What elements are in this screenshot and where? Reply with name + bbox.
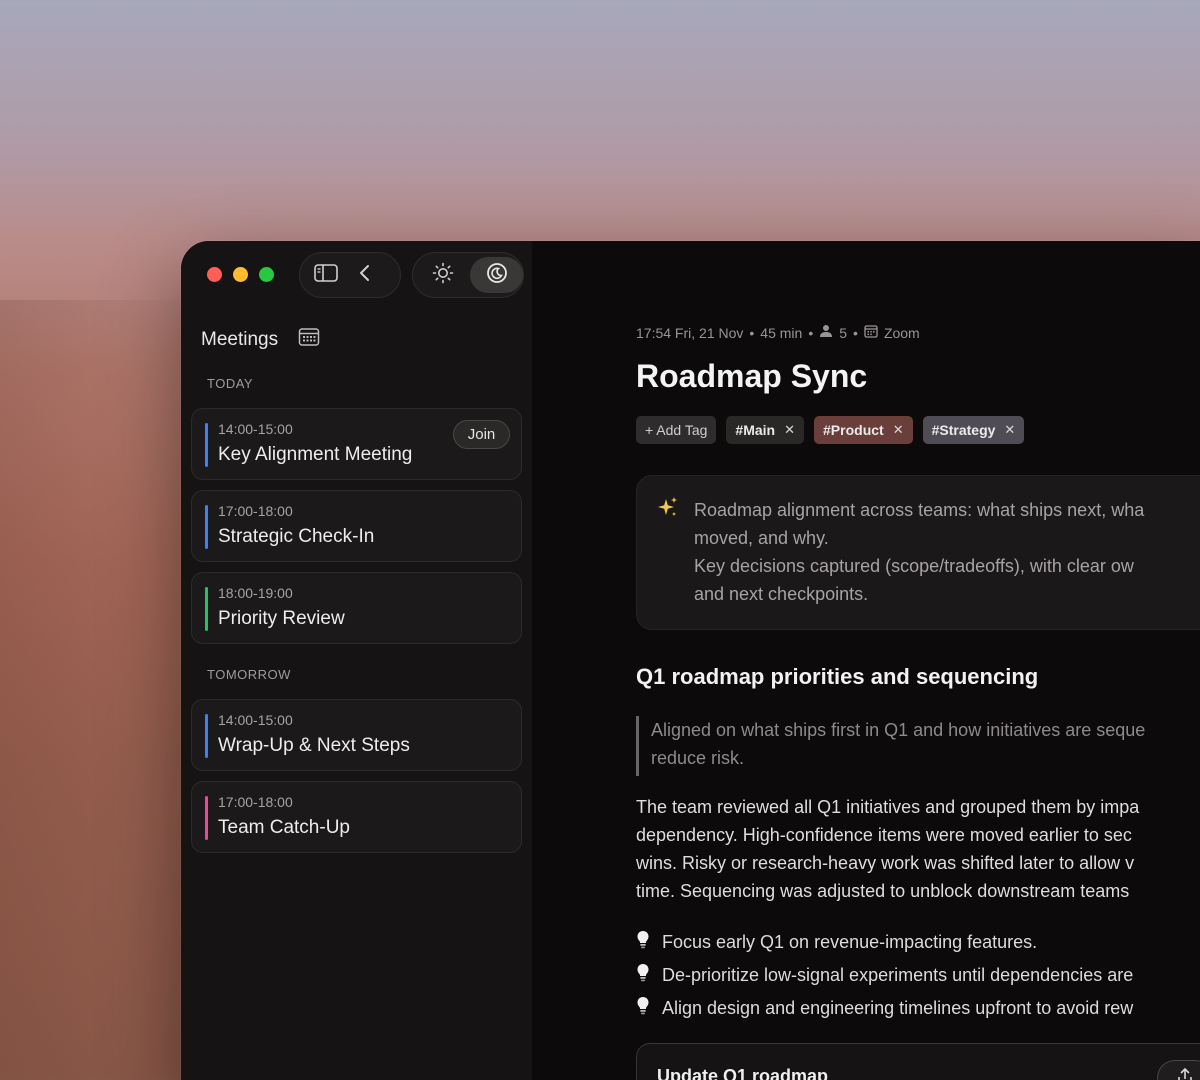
- meeting-platform: Zoom: [883, 324, 920, 341]
- meeting-meta: 17:54 Fri, 21 Nov • 45 min • 5 • Zoom: [636, 324, 920, 341]
- calendar-icon[interactable]: [298, 327, 320, 353]
- tag-chip: #Product ✕: [814, 416, 913, 444]
- add-tag-button[interactable]: + Add Tag: [636, 416, 717, 444]
- lightbulb-icon: [636, 930, 650, 955]
- list-item: Focus early Q1 on revenue-impacting feat…: [636, 926, 1133, 959]
- meeting-card[interactable]: 18:00-19:00 Priority Review: [191, 572, 522, 644]
- lightbulb-icon: [636, 996, 650, 1021]
- meeting-color-bar: [205, 505, 208, 549]
- close-window-button[interactable]: [207, 267, 222, 282]
- sidebar-toggle-icon[interactable]: [314, 263, 338, 288]
- paragraph-line: time. Sequencing was adjusted to unblock…: [636, 881, 1130, 901]
- quote-line: reduce risk.: [651, 748, 745, 768]
- sidebar: Meetings TODAY 14:00-15:00 Key Alignment…: [181, 241, 532, 1080]
- meeting-title: Priority Review: [218, 608, 345, 629]
- meeting-color-bar: [205, 714, 208, 758]
- bullet-text: Focus early Q1 on revenue-impacting feat…: [662, 932, 1038, 952]
- meeting-color-bar: [205, 796, 208, 840]
- meeting-card[interactable]: 14:00-15:00 Key Alignment Meeting Join: [191, 408, 522, 480]
- tag-label: #Main: [735, 422, 776, 438]
- meetings-header: Meetings: [201, 327, 320, 353]
- person-icon: [819, 324, 833, 341]
- bullet-text: Align design and engineering timelines u…: [662, 998, 1134, 1018]
- meeting-time: 14:00-15:00: [218, 712, 293, 728]
- minimize-window-button[interactable]: [233, 267, 248, 282]
- summary-text: Roadmap alignment across teams: what shi…: [694, 496, 1144, 608]
- light-mode-button[interactable]: [419, 257, 466, 293]
- app-window: Meetings TODAY 14:00-15:00 Key Alignment…: [181, 241, 1200, 1080]
- summary-line: Key decisions captured (scope/tradeoffs)…: [694, 556, 1134, 576]
- meta-separator: •: [853, 324, 858, 341]
- summary-line: Roadmap alignment across teams: what shi…: [694, 500, 1145, 520]
- paragraph-line: The team reviewed all Q1 initiatives and…: [636, 797, 1140, 817]
- maximize-window-button[interactable]: [259, 267, 274, 282]
- background-shading: [0, 300, 200, 1080]
- meeting-title: Team Catch-Up: [218, 817, 350, 838]
- ai-summary-card: Roadmap alignment across teams: what shi…: [636, 475, 1200, 630]
- main-content: 17:54 Fri, 21 Nov • 45 min • 5 • Zoom Ro…: [532, 241, 1200, 1080]
- tag-label: #Strategy: [931, 422, 996, 438]
- today-label: TODAY: [207, 376, 254, 391]
- upload-icon: [1177, 1067, 1193, 1080]
- meeting-time: 17:00-18:00: [218, 503, 293, 519]
- nav-controls: [299, 252, 401, 298]
- meeting-duration: 45 min: [760, 324, 803, 341]
- section-quote: Aligned on what ships first in Q1 and ho…: [636, 716, 1200, 776]
- sun-icon: [432, 262, 454, 289]
- action-item-card[interactable]: Update Q1 roadmap: [636, 1043, 1200, 1080]
- meeting-time: 17:00-18:00: [218, 794, 293, 810]
- meeting-card[interactable]: 17:00-18:00 Strategic Check-In: [191, 490, 522, 562]
- meeting-title: Wrap-Up & Next Steps: [218, 735, 410, 756]
- bullet-list: Focus early Q1 on revenue-impacting feat…: [636, 926, 1133, 1025]
- chevron-left-icon[interactable]: [358, 263, 372, 288]
- calendar-small-icon: [864, 324, 878, 341]
- tag-chip: #Strategy ✕: [922, 416, 1025, 444]
- attendee-count: 5: [839, 324, 848, 341]
- page-title: Roadmap Sync: [636, 358, 868, 394]
- tag-chip: #Main ✕: [726, 416, 805, 444]
- join-button[interactable]: Join: [453, 420, 510, 449]
- summary-line: moved, and why.: [694, 528, 829, 548]
- list-item: Align design and engineering timelines u…: [636, 992, 1133, 1025]
- remove-tag-icon[interactable]: ✕: [784, 422, 795, 438]
- remove-tag-icon[interactable]: ✕: [893, 422, 904, 438]
- quote-line: Aligned on what ships first in Q1 and ho…: [651, 720, 1146, 740]
- meeting-card[interactable]: 14:00-15:00 Wrap-Up & Next Steps: [191, 699, 522, 771]
- list-item: De-prioritize low-signal experiments unt…: [636, 959, 1133, 992]
- dark-mode-button[interactable]: [470, 257, 523, 293]
- theme-toggle: [412, 252, 524, 298]
- paragraph-line: dependency. High-confidence items were m…: [636, 825, 1132, 845]
- tag-label: #Product: [823, 422, 884, 438]
- meeting-color-bar: [205, 587, 208, 631]
- paragraph-line: wins. Risky or research-heavy work was s…: [636, 853, 1135, 873]
- meeting-title: Strategic Check-In: [218, 526, 375, 547]
- tomorrow-label: TOMORROW: [207, 667, 291, 682]
- moon-icon: [486, 262, 508, 289]
- action-item-label: Update Q1 roadmap: [657, 1066, 829, 1080]
- meetings-title: Meetings: [201, 329, 279, 350]
- summary-line: and next checkpoints.: [694, 584, 869, 604]
- meeting-datetime: 17:54 Fri, 21 Nov: [636, 324, 744, 341]
- meeting-time: 18:00-19:00: [218, 585, 293, 601]
- window-controls: [207, 267, 274, 282]
- meeting-title: Key Alignment Meeting: [218, 444, 413, 465]
- meeting-time: 14:00-15:00: [218, 421, 293, 437]
- lightbulb-icon: [636, 963, 650, 988]
- section-heading: Q1 roadmap priorities and sequencing: [636, 664, 1039, 689]
- meeting-card[interactable]: 17:00-18:00 Team Catch-Up: [191, 781, 522, 853]
- tag-list: + Add Tag #Main ✕ #Product ✕ #Strategy ✕: [636, 416, 1025, 444]
- meeting-color-bar: [205, 423, 208, 467]
- remove-tag-icon[interactable]: ✕: [1004, 422, 1015, 438]
- share-button[interactable]: [1157, 1060, 1200, 1080]
- sparkle-icon: [657, 496, 679, 525]
- meta-separator: •: [749, 324, 755, 341]
- meta-separator: •: [808, 324, 814, 341]
- section-paragraph: The team reviewed all Q1 initiatives and…: [636, 793, 1139, 905]
- bullet-text: De-prioritize low-signal experiments unt…: [662, 965, 1134, 985]
